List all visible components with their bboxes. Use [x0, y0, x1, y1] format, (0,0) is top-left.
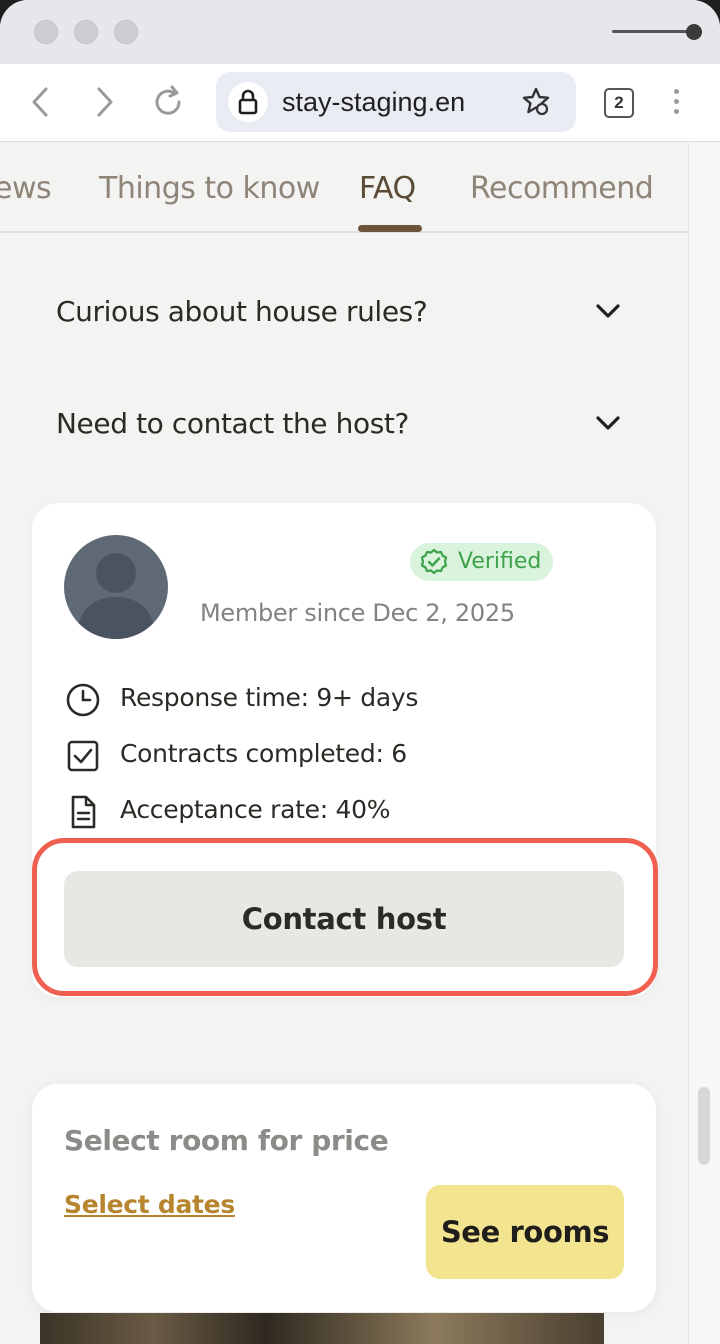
bookmark-button[interactable] — [520, 86, 552, 118]
verified-check-icon — [420, 548, 448, 575]
address-bar[interactable]: stay-staging.en — [216, 72, 576, 132]
stat-text: Acceptance rate: 40% — [120, 795, 391, 824]
url-text[interactable]: stay-staging.en — [282, 86, 496, 118]
forward-button[interactable] — [86, 84, 122, 120]
zoom-slider[interactable] — [612, 24, 702, 40]
stat-text: Contracts completed: 6 — [120, 739, 407, 768]
active-tab-indicator — [358, 225, 422, 232]
zoom-knob[interactable] — [686, 24, 702, 40]
checkbox-icon — [67, 740, 99, 772]
maximize-window-button[interactable] — [114, 20, 138, 44]
site-info-button[interactable] — [228, 82, 268, 122]
price-card: Select room for price Select dates See r… — [32, 1084, 656, 1312]
tab-count-button[interactable]: 2 — [604, 88, 634, 118]
price-title: Select room for price — [64, 1124, 389, 1157]
scrollbar-thumb[interactable] — [698, 1087, 710, 1165]
faq-question: Need to contact the host? — [56, 407, 409, 440]
lock-icon — [238, 89, 258, 115]
faq-question: Curious about house rules? — [56, 295, 428, 328]
page-scrollbar[interactable] — [688, 143, 720, 1344]
faq-item-house-rules[interactable]: Curious about house rules? — [56, 289, 636, 339]
page-content: ews Things to know FAQ Recommend Curious… — [0, 143, 688, 1344]
tab-reviews[interactable]: ews — [0, 171, 52, 206]
verified-badge: Verified — [410, 543, 553, 581]
host-avatar — [64, 535, 168, 639]
reload-button[interactable] — [150, 84, 186, 120]
forward-arrow-icon — [97, 87, 113, 117]
stat-acceptance-rate: Acceptance rate: 40% — [64, 791, 624, 831]
contact-host-button[interactable]: Contact host — [64, 871, 624, 967]
chevron-down-icon — [596, 416, 620, 430]
faq-item-contact-host[interactable]: Need to contact the host? — [56, 401, 636, 451]
tab-things-to-know[interactable]: Things to know — [99, 171, 320, 206]
clock-icon — [66, 683, 100, 717]
back-arrow-icon — [32, 87, 48, 117]
chevron-down-icon — [596, 304, 620, 318]
stat-text: Response time: 9+ days — [120, 683, 419, 712]
select-dates-link[interactable]: Select dates — [64, 1190, 235, 1219]
room-photo — [40, 1313, 604, 1344]
tab-faq[interactable]: FAQ — [359, 171, 416, 206]
minimize-window-button[interactable] — [74, 20, 98, 44]
stat-contracts-completed: Contracts completed: 6 — [64, 735, 624, 775]
member-since-text: Member since Dec 2, 2025 — [200, 599, 515, 627]
back-button[interactable] — [24, 84, 60, 120]
stat-response-time: Response time: 9+ days — [64, 679, 624, 719]
browser-toolbar: stay-staging.en 2 — [0, 64, 720, 142]
tab-recommend[interactable]: Recommend — [470, 171, 654, 206]
url-fade — [466, 82, 500, 122]
browser-window: stay-staging.en 2 ews Things to know FAQ… — [0, 0, 720, 1344]
more-menu-icon[interactable] — [664, 86, 688, 120]
close-window-button[interactable] — [34, 20, 58, 44]
section-tabs: ews Things to know FAQ Recommend — [0, 143, 688, 233]
document-icon — [71, 795, 96, 829]
reload-icon — [155, 85, 181, 115]
see-rooms-button[interactable]: See rooms — [426, 1185, 624, 1279]
bookmark-star-icon — [522, 87, 550, 116]
verified-label: Verified — [458, 549, 542, 574]
person-silhouette-icon — [76, 553, 156, 639]
zoom-track — [612, 30, 696, 33]
title-bar — [0, 0, 720, 64]
